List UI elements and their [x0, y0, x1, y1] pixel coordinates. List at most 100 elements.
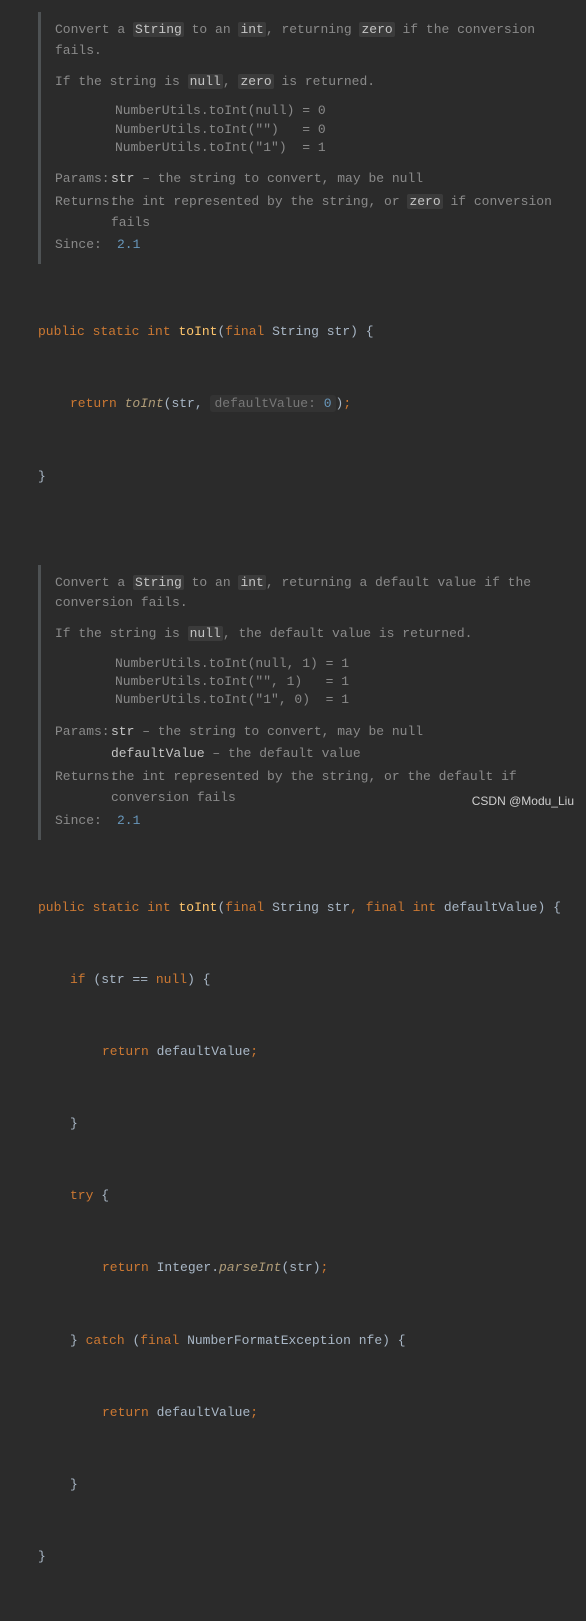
method-toint-1[interactable]: public static int toInt(final String str… [38, 272, 586, 537]
javadoc-returns-label: Returns: [55, 767, 111, 809]
spacer [55, 744, 111, 765]
keyword-int: int [147, 900, 170, 915]
javadoc-params-row: Params: str – the string to convert, may… [55, 169, 586, 190]
jd-param-name: str [111, 724, 134, 739]
jd-code: String [133, 22, 184, 37]
javadoc-example-code: NumberUtils.toInt(null, 1) = 1 NumberUti… [115, 655, 586, 710]
punct: { [93, 1188, 109, 1203]
code-line[interactable]: } [38, 465, 586, 489]
var: defaultValue [157, 1044, 251, 1059]
code-line[interactable]: return toInt(str, defaultValue: 0); [38, 392, 586, 416]
jd-text: Convert a [55, 22, 133, 37]
method-toint-2[interactable]: public static int toInt(final String str… [38, 848, 586, 1618]
keyword-return: return [70, 396, 117, 411]
punct: ) [313, 1260, 321, 1275]
jd-text: to an [184, 575, 239, 590]
code-line[interactable]: return defaultValue; [38, 1401, 586, 1425]
jd-param-desc: – the string to convert, may be null [134, 171, 423, 186]
keyword-static: static [93, 324, 140, 339]
punct: ( [125, 1333, 141, 1348]
jd-param-desc: – the string to convert, may be null [134, 724, 423, 739]
jd-code: zero [407, 194, 442, 209]
close-brace: } [70, 1116, 78, 1131]
javadoc-since-label: Since: [55, 811, 111, 832]
javadoc-params-row: Params: str – the string to convert, may… [55, 722, 586, 743]
var: defaultValue [157, 1405, 251, 1420]
javadoc-returns-label: Returns: [55, 192, 111, 234]
jd-text: , the default value is returned. [223, 626, 473, 641]
punct: { [545, 900, 561, 915]
javadoc-param-value: str – the string to convert, may be null [111, 169, 423, 190]
jd-text: is returned. [274, 74, 375, 89]
jd-code: String [133, 575, 184, 590]
jd-code: zero [359, 22, 394, 37]
code-line[interactable]: } [38, 1112, 586, 1136]
param-name: str [327, 324, 350, 339]
class-integer: Integer [157, 1260, 212, 1275]
operator: == [125, 972, 156, 987]
javadoc-block-1: Convert a String to an int, returning ze… [38, 12, 586, 264]
keyword-try: try [70, 1188, 93, 1203]
keyword-final: final [366, 900, 405, 915]
code-line[interactable]: return Integer.parseInt(str); [38, 1256, 586, 1280]
jd-text: the int represented by the string, or [111, 194, 407, 209]
code-line[interactable]: } catch (final NumberFormatException nfe… [38, 1329, 586, 1353]
semicolon: ; [321, 1260, 329, 1275]
javadoc-since-value: 2.1 [117, 811, 140, 832]
javadoc-params-label: Params: [55, 169, 111, 190]
jd-param-name: str [111, 171, 134, 186]
javadoc-params-label: Params: [55, 722, 111, 743]
jd-code: null [188, 626, 223, 641]
type-string: String [272, 900, 319, 915]
javadoc-returns-row: Returns: the int represented by the stri… [55, 192, 586, 234]
javadoc-since-row: Since: 2.1 [55, 811, 586, 832]
method-call: parseInt [219, 1260, 281, 1275]
javadoc-params-row-2: defaultValue – the default value [55, 744, 586, 765]
code-editor[interactable]: Convert a String to an int, returning ze… [0, 0, 586, 1621]
punct: ) [350, 324, 358, 339]
javadoc-since-value: 2.1 [117, 235, 140, 256]
keyword-return: return [102, 1260, 149, 1275]
code-line[interactable]: } [38, 1473, 586, 1497]
keyword-return: return [102, 1405, 149, 1420]
jd-code: null [188, 74, 223, 89]
watermark: CSDN @Modu_Liu [472, 794, 574, 808]
punct: ( [217, 900, 225, 915]
keyword-int: int [413, 900, 436, 915]
semicolon: ; [250, 1405, 258, 1420]
javadoc-description: Convert a String to an int, returning ze… [55, 20, 586, 62]
punct: ) [382, 1333, 390, 1348]
type-exception: NumberFormatException [187, 1333, 351, 1348]
code-line[interactable]: } [38, 1545, 586, 1569]
punct: ) [187, 972, 195, 987]
arg: str [171, 396, 194, 411]
punct: { [195, 972, 211, 987]
keyword-int: int [147, 324, 170, 339]
jd-text: If the string is [55, 74, 188, 89]
javadoc-returns-value: the int represented by the string, or ze… [111, 192, 586, 234]
keyword-public: public [38, 900, 85, 915]
keyword-public: public [38, 324, 85, 339]
jd-text: , returning [266, 22, 360, 37]
javadoc-note: If the string is null, the default value… [55, 624, 586, 645]
close-brace: } [70, 1333, 78, 1348]
keyword-null: null [156, 972, 187, 987]
hint-value: 0 [324, 396, 332, 411]
code-line[interactable]: public static int toInt(final String str… [38, 896, 586, 920]
punct: . [211, 1260, 219, 1275]
var: str [101, 972, 124, 987]
inlay-hint: defaultValue: 0 [210, 395, 335, 412]
param-name: defaultValue [444, 900, 538, 915]
javadoc-example-code: NumberUtils.toInt(null) = 0 NumberUtils.… [115, 102, 586, 157]
method-name: toInt [178, 324, 217, 339]
code-line[interactable]: try { [38, 1184, 586, 1208]
javadoc-param-value: defaultValue – the default value [111, 744, 361, 765]
code-line[interactable]: return defaultValue; [38, 1040, 586, 1064]
keyword-final: final [140, 1333, 179, 1348]
javadoc-since-label: Since: [55, 235, 111, 256]
code-line[interactable]: if (str == null) { [38, 968, 586, 992]
param-name: str [327, 900, 350, 915]
jd-code: int [238, 22, 265, 37]
keyword-static: static [93, 900, 140, 915]
code-line[interactable]: public static int toInt(final String str… [38, 320, 586, 344]
